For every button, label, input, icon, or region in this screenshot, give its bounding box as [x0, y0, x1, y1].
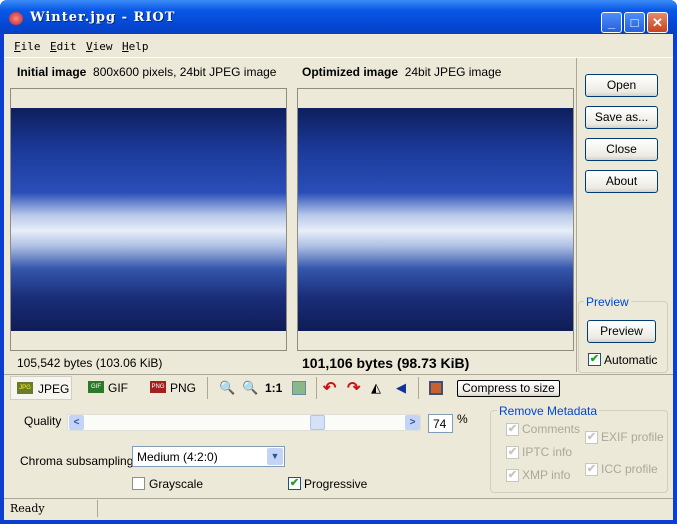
zoom-in-icon[interactable]: 🔍: [219, 380, 235, 396]
menu-bar: File Edit View Help: [4, 36, 673, 56]
iptc-checkbox[interactable]: ✔: [506, 446, 519, 459]
quality-label: Quality: [24, 414, 62, 428]
zoom-out-icon[interactable]: 🔍: [242, 380, 258, 396]
rotate-right-icon[interactable]: ↷: [347, 378, 360, 398]
optimized-image-panel[interactable]: [297, 88, 574, 351]
divider: [418, 377, 419, 399]
save-as-button[interactable]: Save as...: [585, 106, 658, 129]
png-icon: PNG: [150, 381, 166, 393]
comments-label: Comments: [522, 422, 581, 436]
divider: [316, 377, 317, 399]
scroll-left-icon[interactable]: <: [69, 415, 84, 430]
status-text: Ready: [10, 502, 45, 515]
divider: [4, 374, 673, 375]
title-bar[interactable]: Winter.jpg - RIOT _ □ ✕: [0, 0, 677, 34]
tab-png[interactable]: PNG PNG: [148, 377, 203, 399]
divider: [97, 500, 98, 517]
preview-button[interactable]: Preview: [587, 320, 656, 343]
open-button[interactable]: Open: [585, 74, 658, 97]
tab-jpeg[interactable]: JPG JPEG: [10, 376, 72, 400]
progressive-label: Progressive: [304, 477, 368, 491]
grayscale-label: Grayscale: [149, 477, 204, 491]
zoom-1-1-button[interactable]: 1:1: [265, 381, 282, 395]
compress-to-size-button[interactable]: Compress to size: [457, 380, 560, 397]
optimized-image-header: Optimized image 24bit JPEG image: [302, 65, 502, 79]
quality-slider[interactable]: < >: [67, 414, 421, 431]
maximize-button[interactable]: □: [624, 12, 645, 33]
initial-image-panel[interactable]: [10, 88, 287, 351]
xmp-label: XMP info: [522, 468, 571, 482]
automatic-checkbox[interactable]: ✔: [588, 353, 601, 366]
menu-edit[interactable]: Edit: [50, 40, 77, 53]
window-title: Winter.jpg - RIOT: [30, 10, 176, 25]
rotate-left-icon[interactable]: ↶: [323, 378, 336, 398]
exif-label: EXIF profile: [601, 430, 664, 444]
xmp-checkbox[interactable]: ✔: [506, 469, 519, 482]
minimize-button[interactable]: _: [601, 12, 622, 33]
quality-input[interactable]: 74: [428, 414, 453, 433]
menu-help[interactable]: Help: [122, 40, 149, 53]
divider: [576, 58, 577, 372]
icc-checkbox[interactable]: ✔: [585, 463, 598, 476]
chroma-select[interactable]: Medium (4:2:0) ▼: [132, 446, 285, 467]
batch-icon[interactable]: [429, 381, 443, 395]
flip-vertical-icon[interactable]: ◀: [396, 380, 406, 396]
grayscale-checkbox[interactable]: [132, 477, 145, 490]
optimized-image: [298, 108, 573, 331]
quality-thumb[interactable]: [310, 415, 325, 430]
exif-checkbox[interactable]: ✔: [585, 431, 598, 444]
preview-group-title: Preview: [584, 295, 631, 309]
initial-image-header: Initial image 800x600 pixels, 24bit JPEG…: [17, 65, 277, 79]
initial-image: [11, 108, 286, 331]
close-window-button[interactable]: ✕: [647, 12, 668, 33]
flip-horizontal-icon[interactable]: ◭: [371, 380, 381, 396]
fit-image-icon[interactable]: [292, 381, 306, 395]
quality-unit: %: [457, 412, 468, 426]
optimized-size: 101,106 bytes (98.73 KiB): [302, 355, 470, 371]
chevron-down-icon[interactable]: ▼: [267, 448, 283, 465]
automatic-label: Automatic: [604, 353, 658, 367]
iptc-label: IPTC info: [522, 445, 573, 459]
chroma-label: Chroma subsampling: [20, 454, 134, 468]
riot-app-icon: [9, 12, 23, 25]
metadata-group-title: Remove Metadata: [497, 404, 600, 418]
divider: [4, 57, 673, 58]
close-button[interactable]: Close: [585, 138, 658, 161]
gif-icon: GIF: [88, 381, 104, 393]
initial-size: 105,542 bytes (103.06 KiB): [17, 356, 163, 370]
icc-label: ICC profile: [601, 462, 658, 476]
tab-gif[interactable]: GIF GIF: [86, 377, 141, 399]
divider: [4, 498, 673, 499]
comments-checkbox[interactable]: ✔: [506, 423, 519, 436]
jpg-icon: JPG: [17, 382, 33, 394]
progressive-checkbox[interactable]: ✔: [288, 477, 301, 490]
divider: [207, 377, 208, 399]
menu-file[interactable]: File: [14, 40, 41, 53]
scroll-right-icon[interactable]: >: [405, 415, 420, 430]
about-button[interactable]: About: [585, 170, 658, 193]
menu-view[interactable]: View: [86, 40, 113, 53]
